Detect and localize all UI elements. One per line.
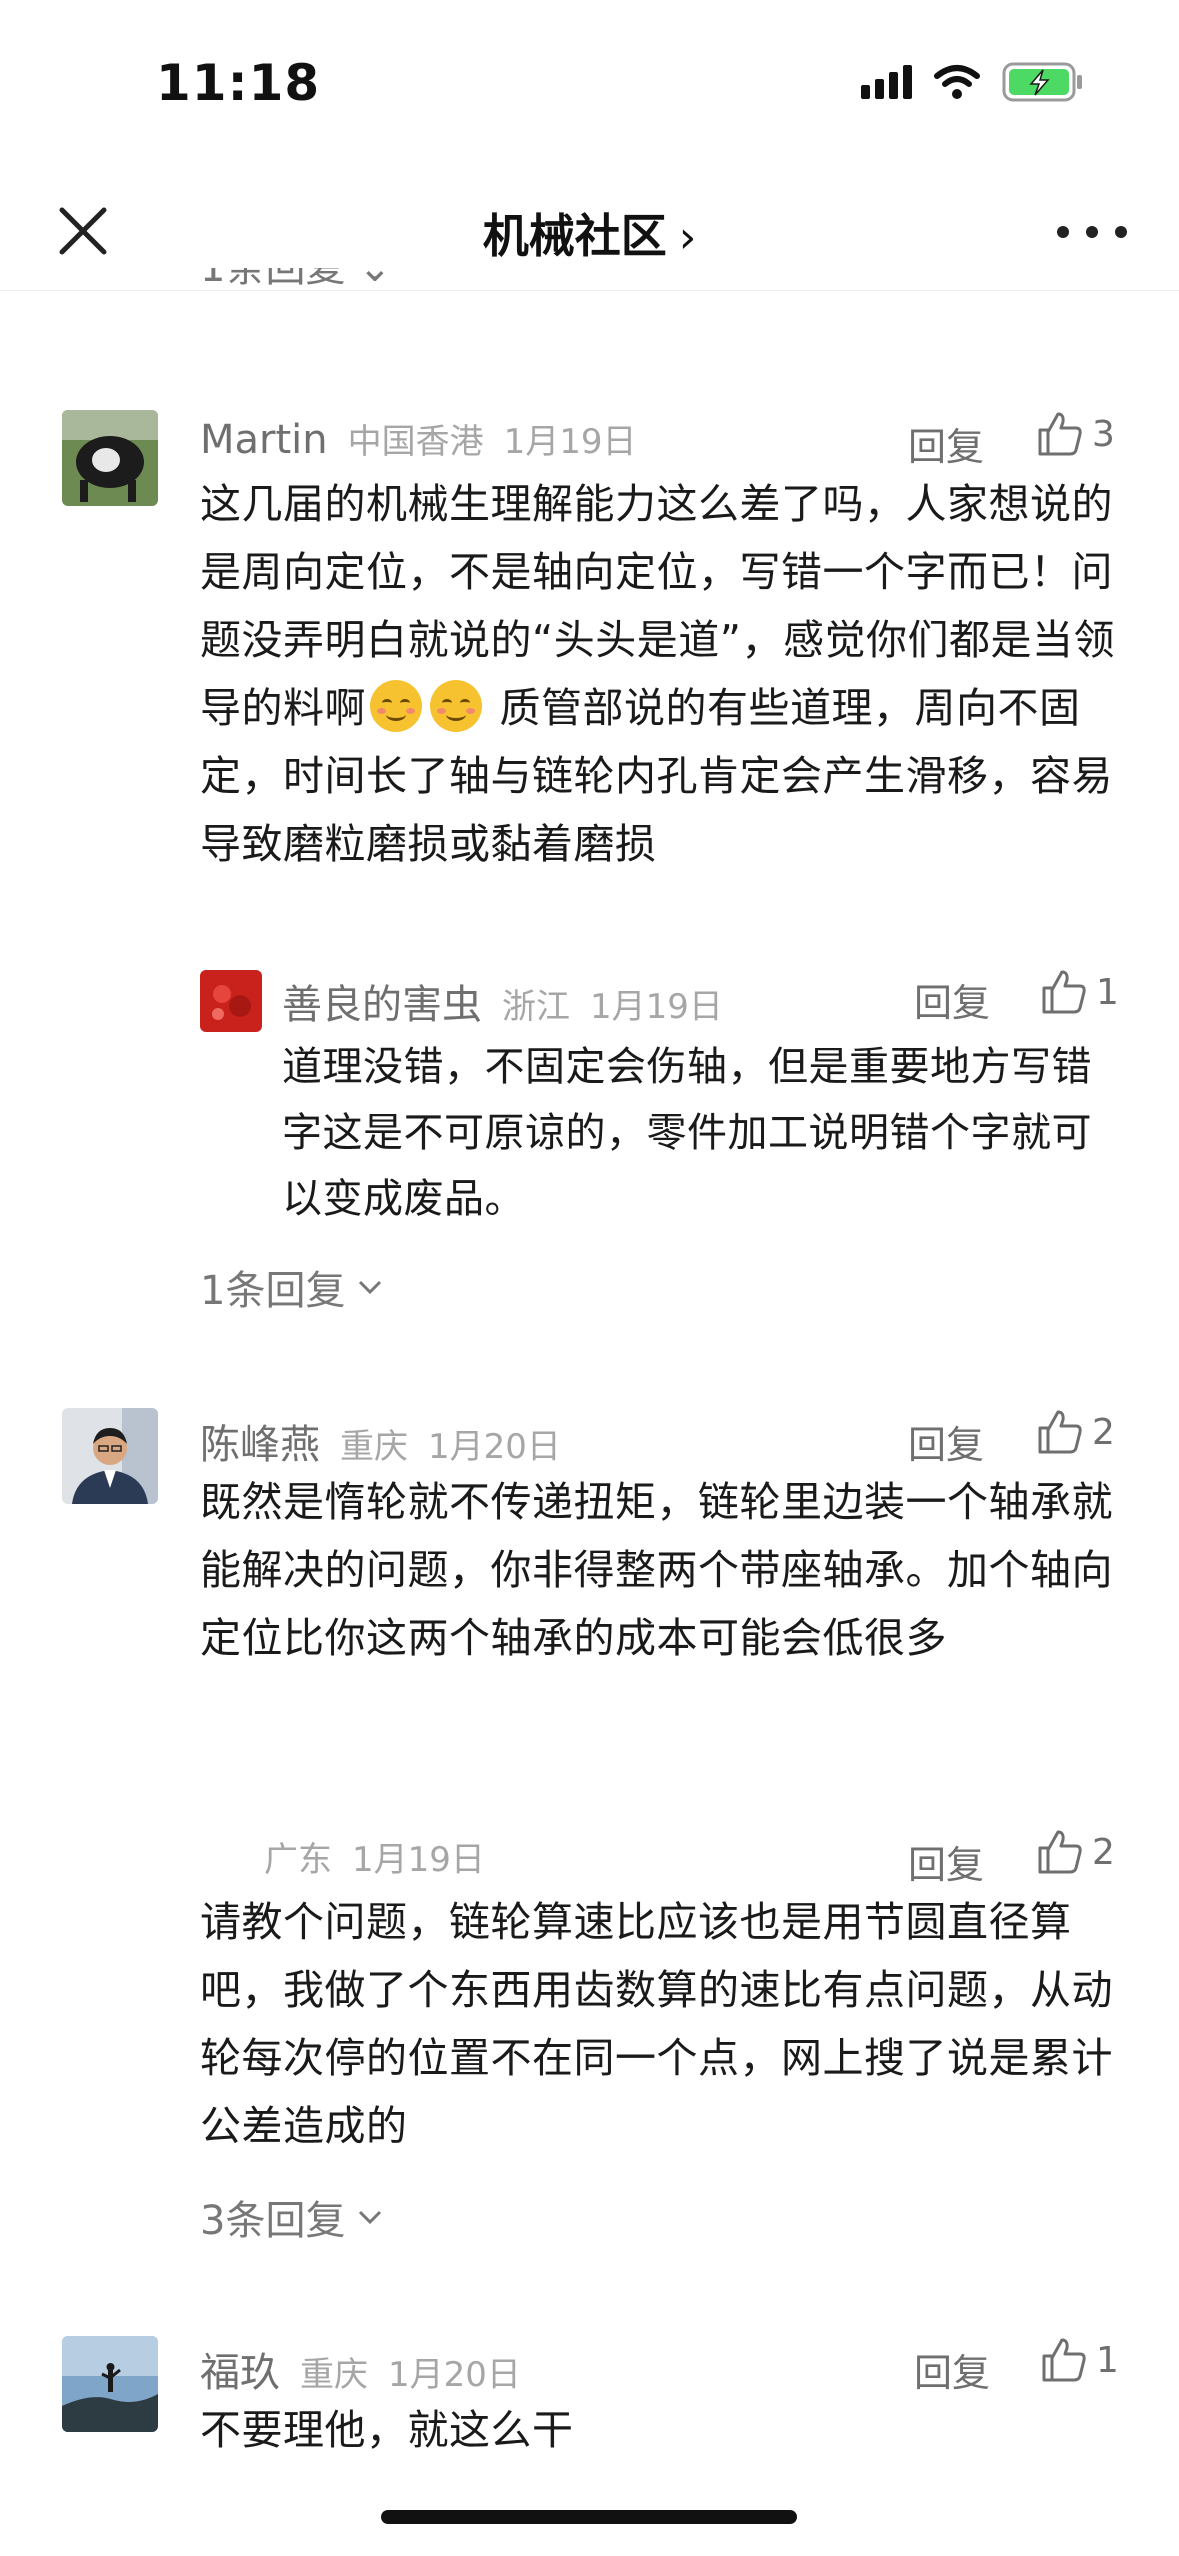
avatar[interactable] <box>62 1408 158 1504</box>
comment-meta: 广东 1月19日 <box>264 1832 485 1881</box>
community-title-link[interactable]: 机械社区 › <box>0 200 1179 266</box>
comment-author[interactable]: 善良的害虫 <box>282 972 482 1030</box>
comment-date: 1月19日 <box>503 422 637 462</box>
reply-button[interactable]: 回复 <box>908 416 984 471</box>
like-count: 1 <box>1096 2339 1119 2381</box>
wifi-icon <box>934 65 980 99</box>
thumbs-up-icon <box>1042 2338 1086 2382</box>
reply-button[interactable]: 回复 <box>914 2342 990 2397</box>
avatar[interactable] <box>62 410 158 506</box>
like-button[interactable]: 2 <box>1036 1408 1115 1456</box>
nav-bar: 机械社区 › <box>0 170 1179 291</box>
thumbs-up-icon <box>1038 1410 1082 1454</box>
comment-author[interactable]: 陈峰燕 <box>200 1412 320 1470</box>
like-count: 3 <box>1092 413 1115 455</box>
battery-charging-icon <box>1002 62 1082 102</box>
smiling-face-emoji-icon <box>370 680 422 732</box>
smiling-face-emoji-icon <box>430 680 482 732</box>
status-time: 11:18 <box>156 54 321 112</box>
like-button[interactable]: 1 <box>1040 2336 1119 2384</box>
thumbs-up-icon <box>1042 970 1086 1014</box>
chevron-down-icon <box>359 2210 382 2225</box>
comment-meta: 福玖 重庆 1月20日 <box>200 2340 521 2398</box>
reply-button[interactable]: 回复 <box>908 1834 984 1889</box>
avatar[interactable] <box>200 970 262 1032</box>
like-button[interactable]: 1 <box>1040 968 1119 1016</box>
comment-meta: 陈峰燕 重庆 1月20日 <box>200 1412 561 1470</box>
comment-location: 浙江 <box>502 987 570 1027</box>
cellular-signal-icon <box>861 65 912 99</box>
reply-button[interactable]: 回复 <box>914 972 990 1027</box>
comment-date: 1月20日 <box>428 1427 561 1467</box>
like-count: 1 <box>1096 971 1119 1013</box>
chevron-down-icon <box>359 1280 382 1295</box>
avatar[interactable] <box>62 2336 158 2432</box>
like-button[interactable]: 2 <box>1036 1828 1115 1876</box>
more-options-icon[interactable] <box>1057 212 1127 252</box>
home-indicator[interactable] <box>381 2510 797 2524</box>
comment-text: 不要理他，就这么干 <box>200 2406 574 2454</box>
like-button[interactable]: 3 <box>1036 410 1115 458</box>
more-replies-link[interactable]: 3条回复 <box>200 2188 383 2246</box>
comment-author[interactable]: Martin <box>200 417 328 463</box>
comment-date: 1月19日 <box>352 1840 485 1880</box>
comment-text: 请教个问题，链轮算速比应该也是用节圆直径算吧，我做了个东西用齿数算的速比有点问题… <box>200 1898 1113 2150</box>
comment-location: 广东 <box>264 1840 332 1880</box>
thumbs-up-icon <box>1038 412 1082 456</box>
comment-location: 重庆 <box>340 1427 408 1467</box>
comment-meta: Martin 中国香港 1月19日 <box>200 414 637 463</box>
comment-date: 1月20日 <box>388 2355 521 2395</box>
reply-text: 道理没错，不固定会伤轴，但是重要地方写错字这是不可原谅的，零件加工说明错个字就可… <box>282 1044 1092 1222</box>
comment-date: 1月19日 <box>590 987 723 1027</box>
comment-location: 中国香港 <box>347 422 484 462</box>
like-count: 2 <box>1092 1411 1115 1453</box>
status-bar: 11:18 <box>0 0 1179 160</box>
reply-button[interactable]: 回复 <box>908 1414 984 1469</box>
more-replies-link[interactable]: 1条回复 <box>200 1258 383 1316</box>
comment-text: 这几届的机械生理解能力这么差了吗，人家想说的是周向定位，不是轴向定位，写错一个字… <box>200 480 1115 868</box>
status-icons <box>861 62 1084 102</box>
like-count: 2 <box>1092 1831 1115 1873</box>
comment-location: 重庆 <box>300 2355 368 2395</box>
page-title: 机械社区 <box>482 209 667 263</box>
comment-text: 既然是惰轮就不传递扭矩，链轮里边装一个轴承就能解决的问题，你非得整两个带座轴承。… <box>200 1478 1113 1662</box>
thumbs-up-icon <box>1038 1830 1082 1874</box>
reply-meta: 善良的害虫 浙江 1月19日 <box>282 972 723 1030</box>
comment-author[interactable]: 福玖 <box>200 2340 280 2398</box>
replies-toggle-partial[interactable]: 1条回复 ⌄ <box>200 268 392 298</box>
chevron-right-icon: › <box>678 212 697 263</box>
